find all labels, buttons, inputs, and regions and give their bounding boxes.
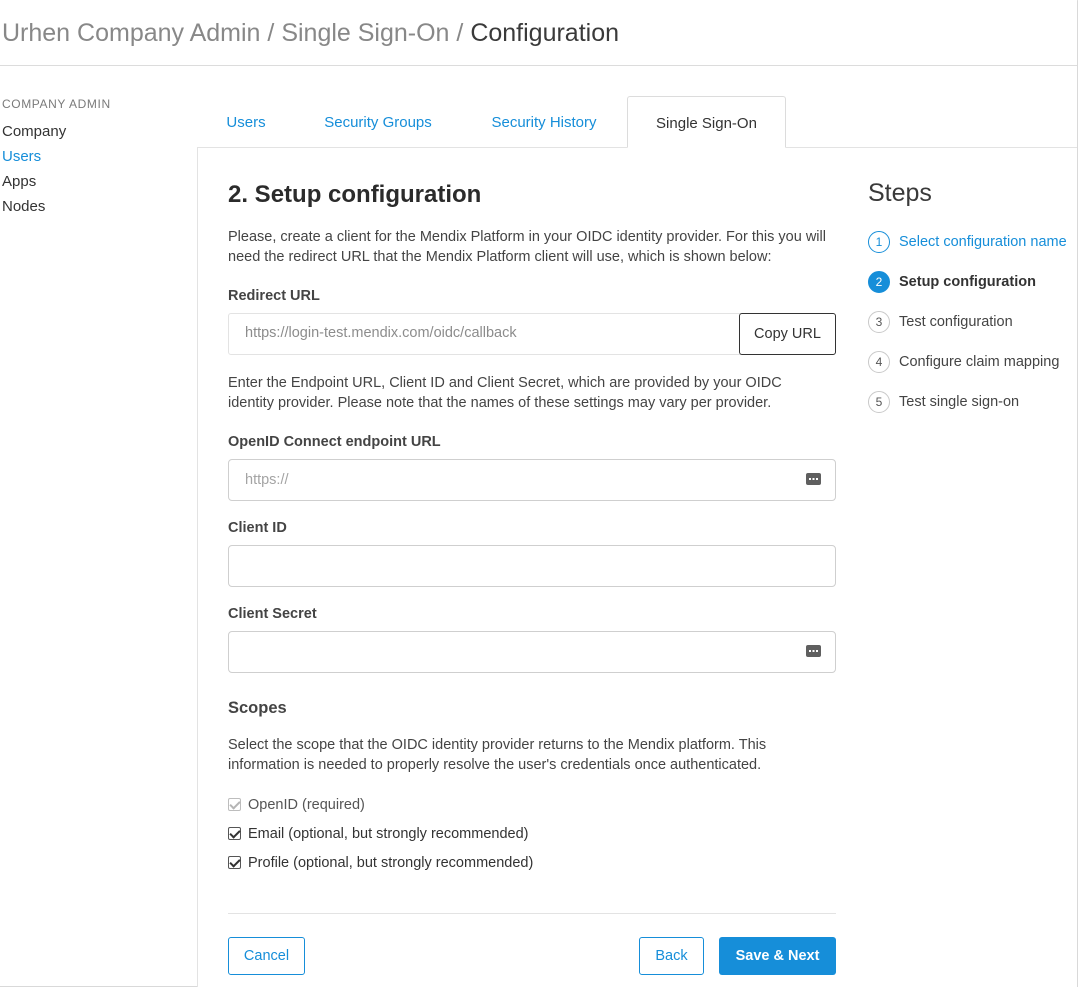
sidebar-item-users[interactable]: Users	[2, 144, 192, 169]
client-secret-label: Client Secret	[228, 606, 317, 622]
tab-single-sign-on[interactable]: Single Sign-On	[627, 96, 786, 148]
endpoint-url-label: OpenID Connect endpoint URL	[228, 434, 441, 450]
save-next-button[interactable]: Save & Next	[719, 937, 836, 975]
copy-url-button[interactable]: Copy URL	[739, 313, 836, 355]
breadcrumb: Urhen Company Admin / Single Sign-On / C…	[2, 17, 619, 49]
scope-openid-label: OpenID (required)	[248, 797, 365, 813]
page-title: 2. Setup configuration	[228, 181, 482, 208]
client-id-label: Client ID	[228, 520, 287, 536]
step-select-configuration-name[interactable]: 1 Select configuration name	[868, 231, 1077, 271]
scopes-heading: Scopes	[228, 699, 287, 717]
step-label: Setup configuration	[899, 274, 1036, 290]
page-header: Urhen Company Admin / Single Sign-On / C…	[0, 0, 1077, 66]
scope-profile-checkbox[interactable]	[228, 856, 241, 869]
sidebar-heading: COMPANY ADMIN	[2, 97, 111, 111]
step-test-single-sign-on: 5 Test single sign-on	[868, 391, 1077, 431]
sidebar-item-apps[interactable]: Apps	[2, 169, 192, 194]
step-number: 3	[868, 311, 890, 333]
step-number: 2	[868, 271, 890, 293]
back-button[interactable]: Back	[639, 937, 704, 975]
scopes-intro-text: Select the scope that the OIDC identity …	[228, 737, 767, 773]
sidebar-item-company[interactable]: Company	[2, 119, 192, 144]
steps-panel: Steps 1 Select configuration name 2 Setu…	[868, 177, 1077, 431]
step-configure-claim-mapping: 4 Configure claim mapping	[868, 351, 1077, 391]
form-divider	[228, 913, 836, 914]
step-label: Configure claim mapping	[899, 354, 1060, 370]
steps-title: Steps	[868, 179, 932, 207]
breadcrumb-company-admin[interactable]: Urhen Company Admin	[2, 19, 260, 47]
endpoint-intro-text: Enter the Endpoint URL, Client ID and Cl…	[228, 375, 782, 411]
redirect-url-label: Redirect URL	[228, 288, 320, 304]
tab-security-history[interactable]: Security History	[475, 96, 613, 148]
tab-security-groups[interactable]: Security Groups	[309, 96, 447, 148]
client-id-input[interactable]	[228, 545, 836, 587]
tab-users[interactable]: Users	[197, 96, 295, 148]
step-number: 4	[868, 351, 890, 373]
client-secret-input[interactable]	[228, 631, 836, 673]
breadcrumb-separator: /	[260, 19, 282, 47]
scope-openid-checkbox	[228, 798, 241, 811]
redirect-url-value: https://login-test.mendix.com/oidc/callb…	[245, 325, 517, 341]
step-number: 1	[868, 231, 890, 253]
breadcrumb-separator: /	[449, 19, 471, 47]
scope-email-label[interactable]: Email (optional, but strongly recommende…	[248, 824, 528, 844]
step-number: 5	[868, 391, 890, 413]
scope-email-checkbox[interactable]	[228, 827, 241, 840]
password-manager-icon[interactable]	[806, 645, 821, 657]
breadcrumb-single-sign-on[interactable]: Single Sign-On	[281, 19, 449, 47]
intro-text: Please, create a client for the Mendix P…	[228, 229, 826, 265]
password-manager-icon[interactable]	[806, 473, 821, 485]
step-label[interactable]: Select configuration name	[899, 232, 1067, 252]
step-test-configuration: 3 Test configuration	[868, 311, 1077, 351]
step-label: Test single sign-on	[899, 394, 1020, 410]
cancel-button[interactable]: Cancel	[228, 937, 305, 975]
scope-profile-label[interactable]: Profile (optional, but strongly recommen…	[248, 853, 533, 873]
step-label: Test configuration	[899, 314, 1013, 330]
sidebar-item-nodes[interactable]: Nodes	[2, 194, 192, 219]
endpoint-url-input[interactable]: https://	[228, 459, 836, 501]
step-setup-configuration: 2 Setup configuration	[868, 271, 1077, 311]
endpoint-url-placeholder: https://	[245, 472, 289, 488]
breadcrumb-current: Configuration	[470, 19, 620, 47]
sidebar: COMPANY ADMIN Company Users Apps Nodes	[2, 96, 192, 219]
